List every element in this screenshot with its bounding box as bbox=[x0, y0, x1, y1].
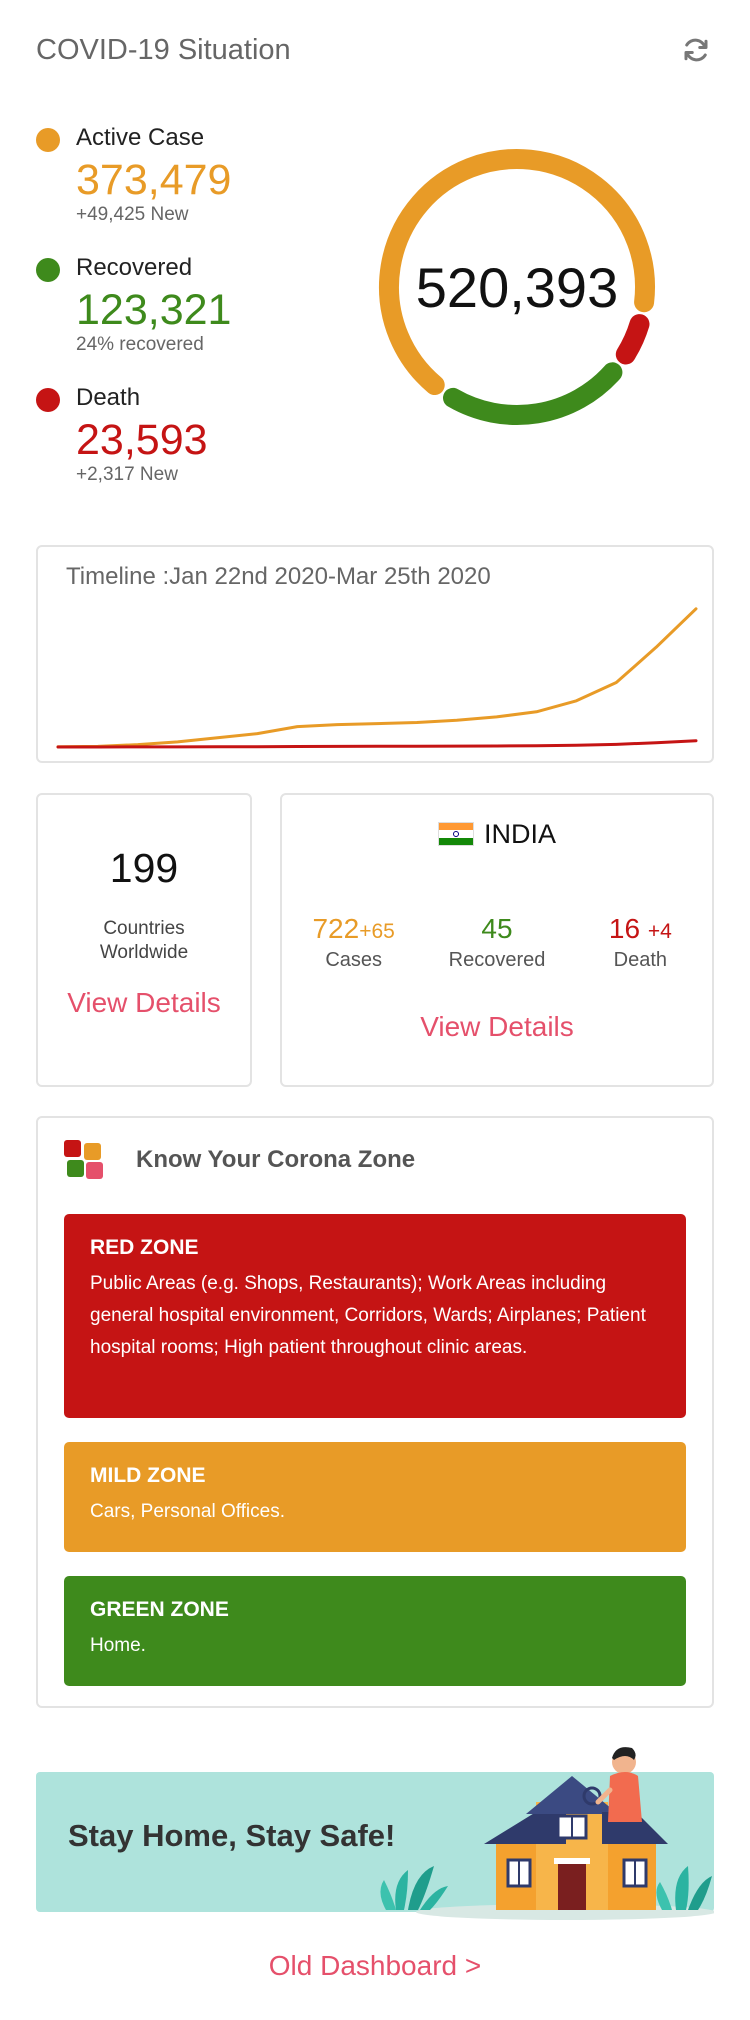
zone-grid-icon bbox=[64, 1140, 104, 1180]
page-title: COVID-19 Situation bbox=[36, 34, 291, 66]
mild-zone-text: Cars, Personal Offices. bbox=[90, 1501, 286, 1522]
stat-active: Active Case 373,479 +49,425 New bbox=[36, 120, 356, 250]
timeline-title: Timeline :Jan 22nd 2020-Mar 25th 2020 bbox=[66, 563, 491, 590]
india-cases-delta: +65 bbox=[359, 920, 395, 943]
recovered-label: Recovered bbox=[76, 254, 193, 281]
countries-label: Countries Worldwide bbox=[99, 918, 189, 963]
death-sub: +2,317 New bbox=[76, 464, 178, 485]
timeline-card: Timeline :Jan 22nd 2020-Mar 25th 2020 bbox=[36, 545, 714, 763]
stats-list: Active Case 373,479 +49,425 New Recovere… bbox=[36, 120, 356, 510]
green-zone-text: Home. bbox=[90, 1635, 146, 1656]
india-card: INDIA 722+65 Cases 45 Recovered 16 +4 De… bbox=[280, 793, 714, 1087]
active-dot bbox=[36, 128, 60, 152]
zone-card: Know Your Corona Zone RED ZONE Public Ar… bbox=[36, 1116, 714, 1708]
india-death-value: 16 bbox=[608, 913, 641, 944]
india-recovered-caption: Recovered bbox=[448, 949, 546, 971]
death-label: Death bbox=[76, 384, 141, 411]
zone-heading: Know Your Corona Zone bbox=[136, 1146, 416, 1173]
india-cases-values: 722+65 bbox=[282, 913, 425, 945]
active-sub: +49,425 New bbox=[76, 204, 189, 225]
india-cases-caption: Cases bbox=[325, 949, 383, 971]
stat-recovered: Recovered 123,321 24% recovered bbox=[36, 250, 356, 380]
death-dot bbox=[36, 388, 60, 412]
recovered-dot bbox=[36, 258, 60, 282]
india-death-caption: Death bbox=[613, 949, 667, 971]
countries-view-details-link[interactable]: View Details bbox=[38, 987, 250, 1019]
donut-total: 520,393 bbox=[415, 255, 619, 319]
red-zone-text: Public Areas (e.g. Shops, Restaurants); … bbox=[90, 1273, 646, 1358]
stay-home-banner: Stay Home, Stay Safe! bbox=[36, 1742, 714, 1960]
donut-chart: 520,393 bbox=[372, 142, 662, 432]
refresh-icon bbox=[684, 38, 708, 62]
india-name: INDIA bbox=[483, 818, 556, 849]
stat-death: Death 23,593 +2,317 New bbox=[36, 380, 356, 510]
mild-zone-box: MILD ZONE Cars, Personal Offices. bbox=[64, 1442, 686, 1552]
india-cases: 722+65 Cases bbox=[282, 913, 425, 972]
header: COVID-19 Situation bbox=[36, 30, 716, 74]
red-zone-title: RED ZONE bbox=[90, 1236, 199, 1259]
india-recovered: 45 Recovered bbox=[425, 913, 568, 972]
active-value: 373,479 bbox=[76, 156, 232, 204]
death-value: 23,593 bbox=[76, 416, 208, 464]
green-zone-box: GREEN ZONE Home. bbox=[64, 1576, 686, 1686]
india-flag-icon bbox=[437, 822, 474, 846]
india-stats: 722+65 Cases 45 Recovered 16 +4 Death bbox=[282, 913, 712, 972]
red-zone-box: RED ZONE Public Areas (e.g. Shops, Resta… bbox=[64, 1214, 686, 1418]
green-zone-title: GREEN ZONE bbox=[90, 1598, 229, 1621]
recovered-value: 123,321 bbox=[76, 286, 232, 334]
india-death-delta: +4 bbox=[647, 920, 672, 943]
old-dashboard-link[interactable]: Old Dashboard > bbox=[0, 1950, 750, 1982]
mild-zone-title: MILD ZONE bbox=[90, 1464, 206, 1487]
house-illustration-icon bbox=[380, 1747, 714, 1920]
timeline-series-0 bbox=[56, 607, 698, 749]
refresh-button[interactable] bbox=[676, 30, 716, 70]
recovered-sub: 24% recovered bbox=[76, 334, 204, 355]
countries-card: 199 Countries Worldwide View Details bbox=[36, 793, 252, 1087]
india-cases-value: 722 bbox=[312, 913, 360, 944]
india-recovered-value: 45 bbox=[481, 913, 513, 944]
india-death: 16 +4 Death bbox=[569, 913, 712, 972]
countries-count: 199 bbox=[109, 845, 179, 891]
india-view-details-link[interactable]: View Details bbox=[282, 1011, 712, 1043]
india-death-values: 16 +4 bbox=[569, 913, 712, 945]
india-header: INDIA bbox=[282, 817, 712, 851]
active-label: Active Case bbox=[76, 124, 205, 151]
